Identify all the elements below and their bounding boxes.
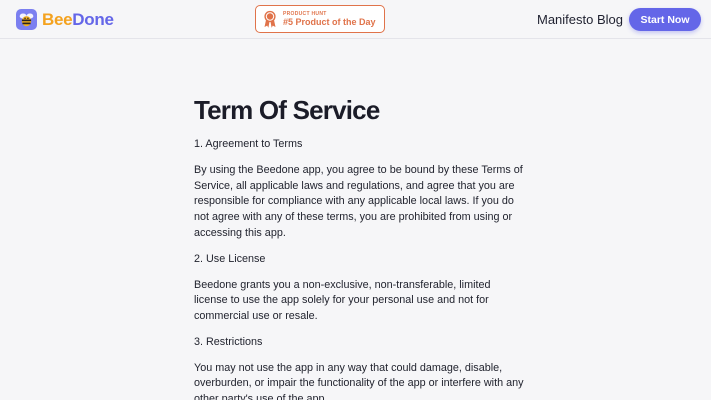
nav-blog[interactable]: Blog bbox=[597, 12, 623, 27]
product-hunt-badge[interactable]: PRODUCT HUNT #5 Product of the Day bbox=[255, 5, 385, 33]
start-now-button[interactable]: Start Now bbox=[629, 8, 701, 31]
main-content: Term Of Service 1. Agreement to Terms By… bbox=[194, 94, 524, 400]
badge-big-text: #5 Product of the Day bbox=[283, 16, 376, 27]
section-heading-use-license: 2. Use License bbox=[194, 252, 266, 265]
logo-text-done: Done bbox=[72, 9, 114, 29]
nav-manifesto[interactable]: Manifesto bbox=[537, 12, 593, 27]
section-text-use-license: Beedone grants you a non-exclusive, non-… bbox=[194, 278, 491, 322]
section-text-agreement: By using the Beedone app, you agree to b… bbox=[194, 164, 523, 239]
logo-text-bee: Bee bbox=[42, 9, 73, 29]
logo[interactable]: BeeDone bbox=[16, 9, 114, 30]
medal-icon bbox=[264, 10, 276, 28]
page-title: Term Of Service bbox=[194, 95, 380, 125]
bee-icon bbox=[16, 9, 37, 30]
section-heading-agreement: 1. Agreement to Terms bbox=[194, 138, 303, 150]
logo-text: BeeDone bbox=[42, 10, 114, 30]
section-text-restrictions: You may not use the app in any way that … bbox=[194, 361, 524, 400]
section-heading-restrictions: 3. Restrictions bbox=[194, 335, 263, 348]
site-header: BeeDone PRODUCT HUNT #5 Product of the D… bbox=[0, 0, 711, 39]
